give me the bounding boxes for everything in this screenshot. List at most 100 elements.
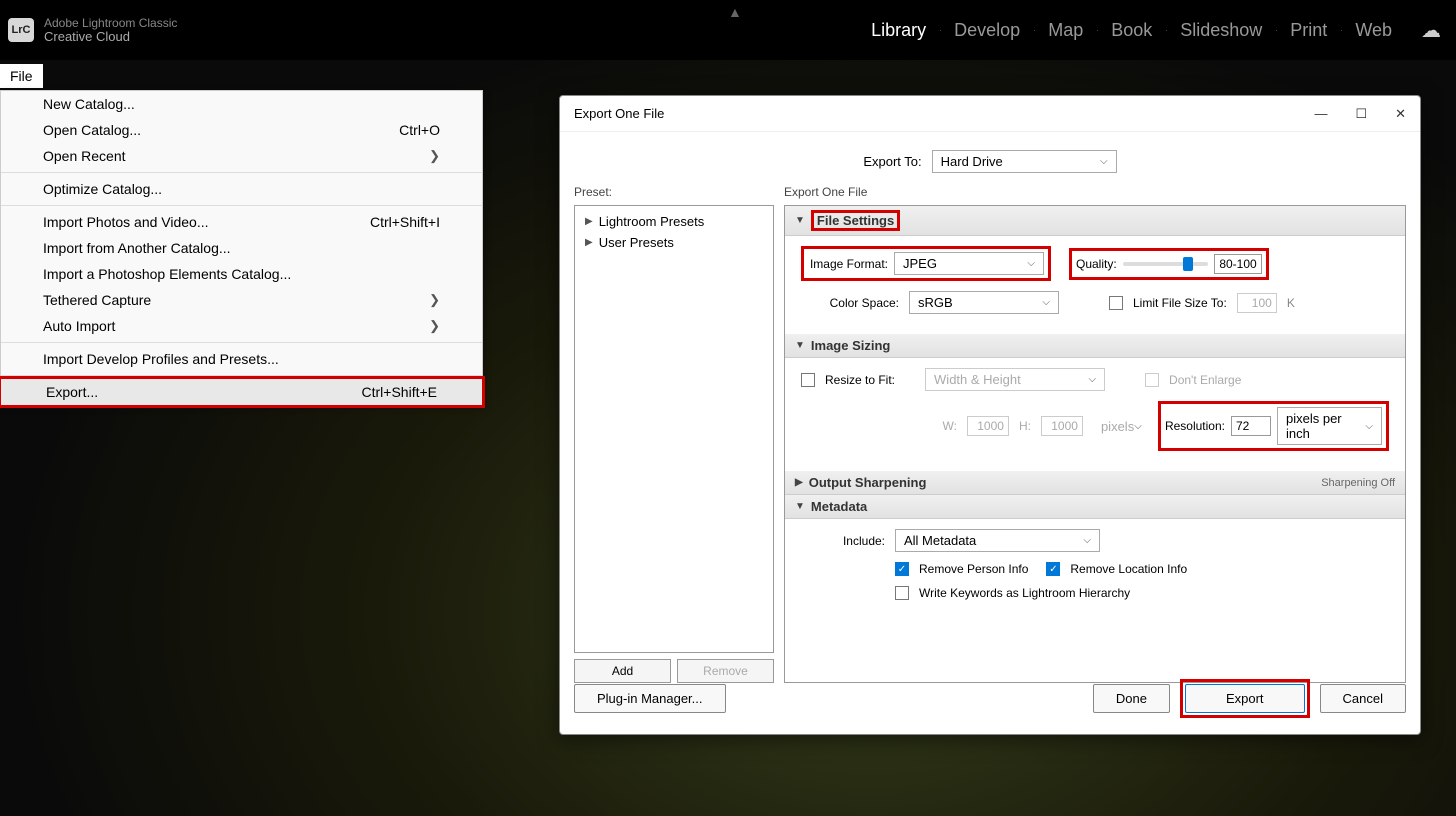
sharpening-status: Sharpening Off [1321,477,1395,489]
preset-user[interactable]: ▶User Presets [575,232,773,253]
resolution-group: Resolution: pixels per inch⌵ [1158,401,1389,451]
include-label: Include: [801,534,885,548]
cancel-button[interactable]: Cancel [1320,684,1406,713]
module-picker: Library Develop Map Book Slideshow Print… [857,0,1406,60]
chevron-right-icon: ❯ [429,148,440,164]
preset-label: Preset: [574,185,774,199]
quality-input[interactable] [1214,254,1262,274]
write-keywords-label: Write Keywords as Lightroom Hierarchy [919,586,1130,600]
quality-slider[interactable] [1123,262,1208,266]
menu-new-catalog[interactable]: New Catalog... [1,91,482,117]
preset-panel: Preset: ▶Lightroom Presets ▶User Presets… [574,185,774,683]
menu-optimize-catalog[interactable]: Optimize Catalog... [1,176,482,202]
chevron-down-icon: ⌵ [1083,535,1091,546]
preset-list[interactable]: ▶Lightroom Presets ▶User Presets [574,205,774,653]
app-logo: LrC [8,18,34,42]
chevron-down-icon: ⌵ [1100,156,1108,167]
file-menu-button[interactable]: File [0,64,43,88]
remove-location-label: Remove Location Info [1070,562,1187,576]
settings-scroll[interactable]: ▼ File Settings Image Format: JPEG⌵ Qual… [784,205,1406,683]
write-keywords-checkbox[interactable] [895,586,909,600]
chevron-down-icon: ⌵ [1042,297,1050,308]
close-icon[interactable]: ✕ [1395,106,1406,122]
preset-lightroom[interactable]: ▶Lightroom Presets [575,211,773,232]
resolution-label: Resolution: [1165,419,1225,433]
menu-import-another-catalog[interactable]: Import from Another Catalog... [1,235,482,261]
triangle-down-icon: ▼ [795,501,805,512]
output-sharpening-header[interactable]: ▶ Output Sharpening Sharpening Off [785,471,1405,495]
remove-location-checkbox[interactable]: ✓ [1046,562,1060,576]
image-format-label: Image Format: [808,257,888,271]
app-subtitle: Creative Cloud [44,30,177,44]
menu-import-dev-profiles[interactable]: Import Develop Profiles and Presets... [1,346,482,372]
module-print[interactable]: Print [1276,20,1341,41]
limit-filesize-input[interactable] [1237,293,1277,313]
triangle-right-icon: ▶ [585,216,593,227]
include-select[interactable]: All Metadata⌵ [895,529,1100,552]
chevron-right-icon: ❯ [429,318,440,334]
resolution-input[interactable] [1231,416,1271,436]
menu-tethered-capture[interactable]: Tethered Capture❯ [1,287,482,313]
metadata-header[interactable]: ▼ Metadata [785,495,1405,519]
module-map[interactable]: Map [1034,20,1097,41]
triangle-right-icon: ▶ [795,477,803,488]
module-slideshow[interactable]: Slideshow [1166,20,1276,41]
chevron-down-icon: ⌵ [1088,374,1096,385]
minimize-icon[interactable]: — [1314,106,1327,122]
menu-separator [1,205,482,206]
pixels-select[interactable]: pixels⌵ [1093,416,1148,437]
module-develop[interactable]: Develop [940,20,1034,41]
metadata-title: Metadata [811,499,867,514]
output-sharpening-title: Output Sharpening [809,475,927,490]
height-input[interactable] [1041,416,1083,436]
maximize-icon[interactable]: ☐ [1355,106,1367,122]
menu-bar: File [0,64,43,88]
image-sizing-header[interactable]: ▼ Image Sizing [785,334,1405,358]
cloud-sync-icon[interactable]: ☁ [1421,18,1441,43]
settings-label: Export One File [784,185,1406,199]
file-settings-header[interactable]: ▼ File Settings [785,206,1405,236]
export-to-select[interactable]: Hard Drive⌵ [932,150,1117,173]
export-button[interactable]: Export [1185,684,1305,713]
menu-open-catalog[interactable]: Open Catalog...Ctrl+O [1,117,482,143]
dialog-titlebar[interactable]: Export One File — ☐ ✕ [560,96,1420,132]
collapse-arrow-icon[interactable]: ▲ [728,4,742,20]
resize-checkbox[interactable] [801,373,815,387]
limit-filesize-label: Limit File Size To: [1133,296,1227,310]
menu-import-pse-catalog[interactable]: Import a Photoshop Elements Catalog... [1,261,482,287]
width-label: W: [943,419,957,433]
limit-filesize-unit: K [1287,296,1295,310]
remove-person-checkbox[interactable]: ✓ [895,562,909,576]
menu-separator [1,172,482,173]
export-dialog: Export One File — ☐ ✕ Export To: Hard Dr… [559,95,1421,735]
file-menu-dropdown: New Catalog... Open Catalog...Ctrl+O Ope… [0,90,483,406]
width-input[interactable] [967,416,1009,436]
image-format-group: Image Format: JPEG⌵ [801,246,1051,281]
resize-label: Resize to Fit: [825,373,895,387]
triangle-right-icon: ▶ [585,237,593,248]
image-sizing-title: Image Sizing [811,338,890,353]
menu-auto-import[interactable]: Auto Import❯ [1,313,482,339]
quality-group: Quality: [1069,248,1269,280]
dont-enlarge-checkbox[interactable] [1145,373,1159,387]
color-space-select[interactable]: sRGB⌵ [909,291,1059,314]
image-format-select[interactable]: JPEG⌵ [894,252,1044,275]
dialog-title: Export One File [574,106,1314,121]
settings-panel: Export One File ▼ File Settings Image Fo… [784,185,1406,683]
module-library[interactable]: Library [857,20,940,41]
module-web[interactable]: Web [1341,20,1406,41]
plugin-manager-button[interactable]: Plug-in Manager... [574,684,726,713]
menu-open-recent[interactable]: Open Recent❯ [1,143,482,169]
file-settings-title: File Settings [811,210,900,231]
done-button[interactable]: Done [1093,684,1170,713]
export-to-row: Export To: Hard Drive⌵ [560,132,1420,185]
limit-filesize-checkbox[interactable] [1109,296,1123,310]
module-book[interactable]: Book [1097,20,1166,41]
export-to-label: Export To: [863,154,921,169]
menu-export[interactable]: Export...Ctrl+Shift+E [0,376,485,408]
resolution-unit-select[interactable]: pixels per inch⌵ [1277,407,1382,445]
resize-select[interactable]: Width & Height⌵ [925,368,1105,391]
app-name: Adobe Lightroom Classic [44,16,177,30]
menu-import-photos[interactable]: Import Photos and Video...Ctrl+Shift+I [1,209,482,235]
color-space-label: Color Space: [801,296,899,310]
